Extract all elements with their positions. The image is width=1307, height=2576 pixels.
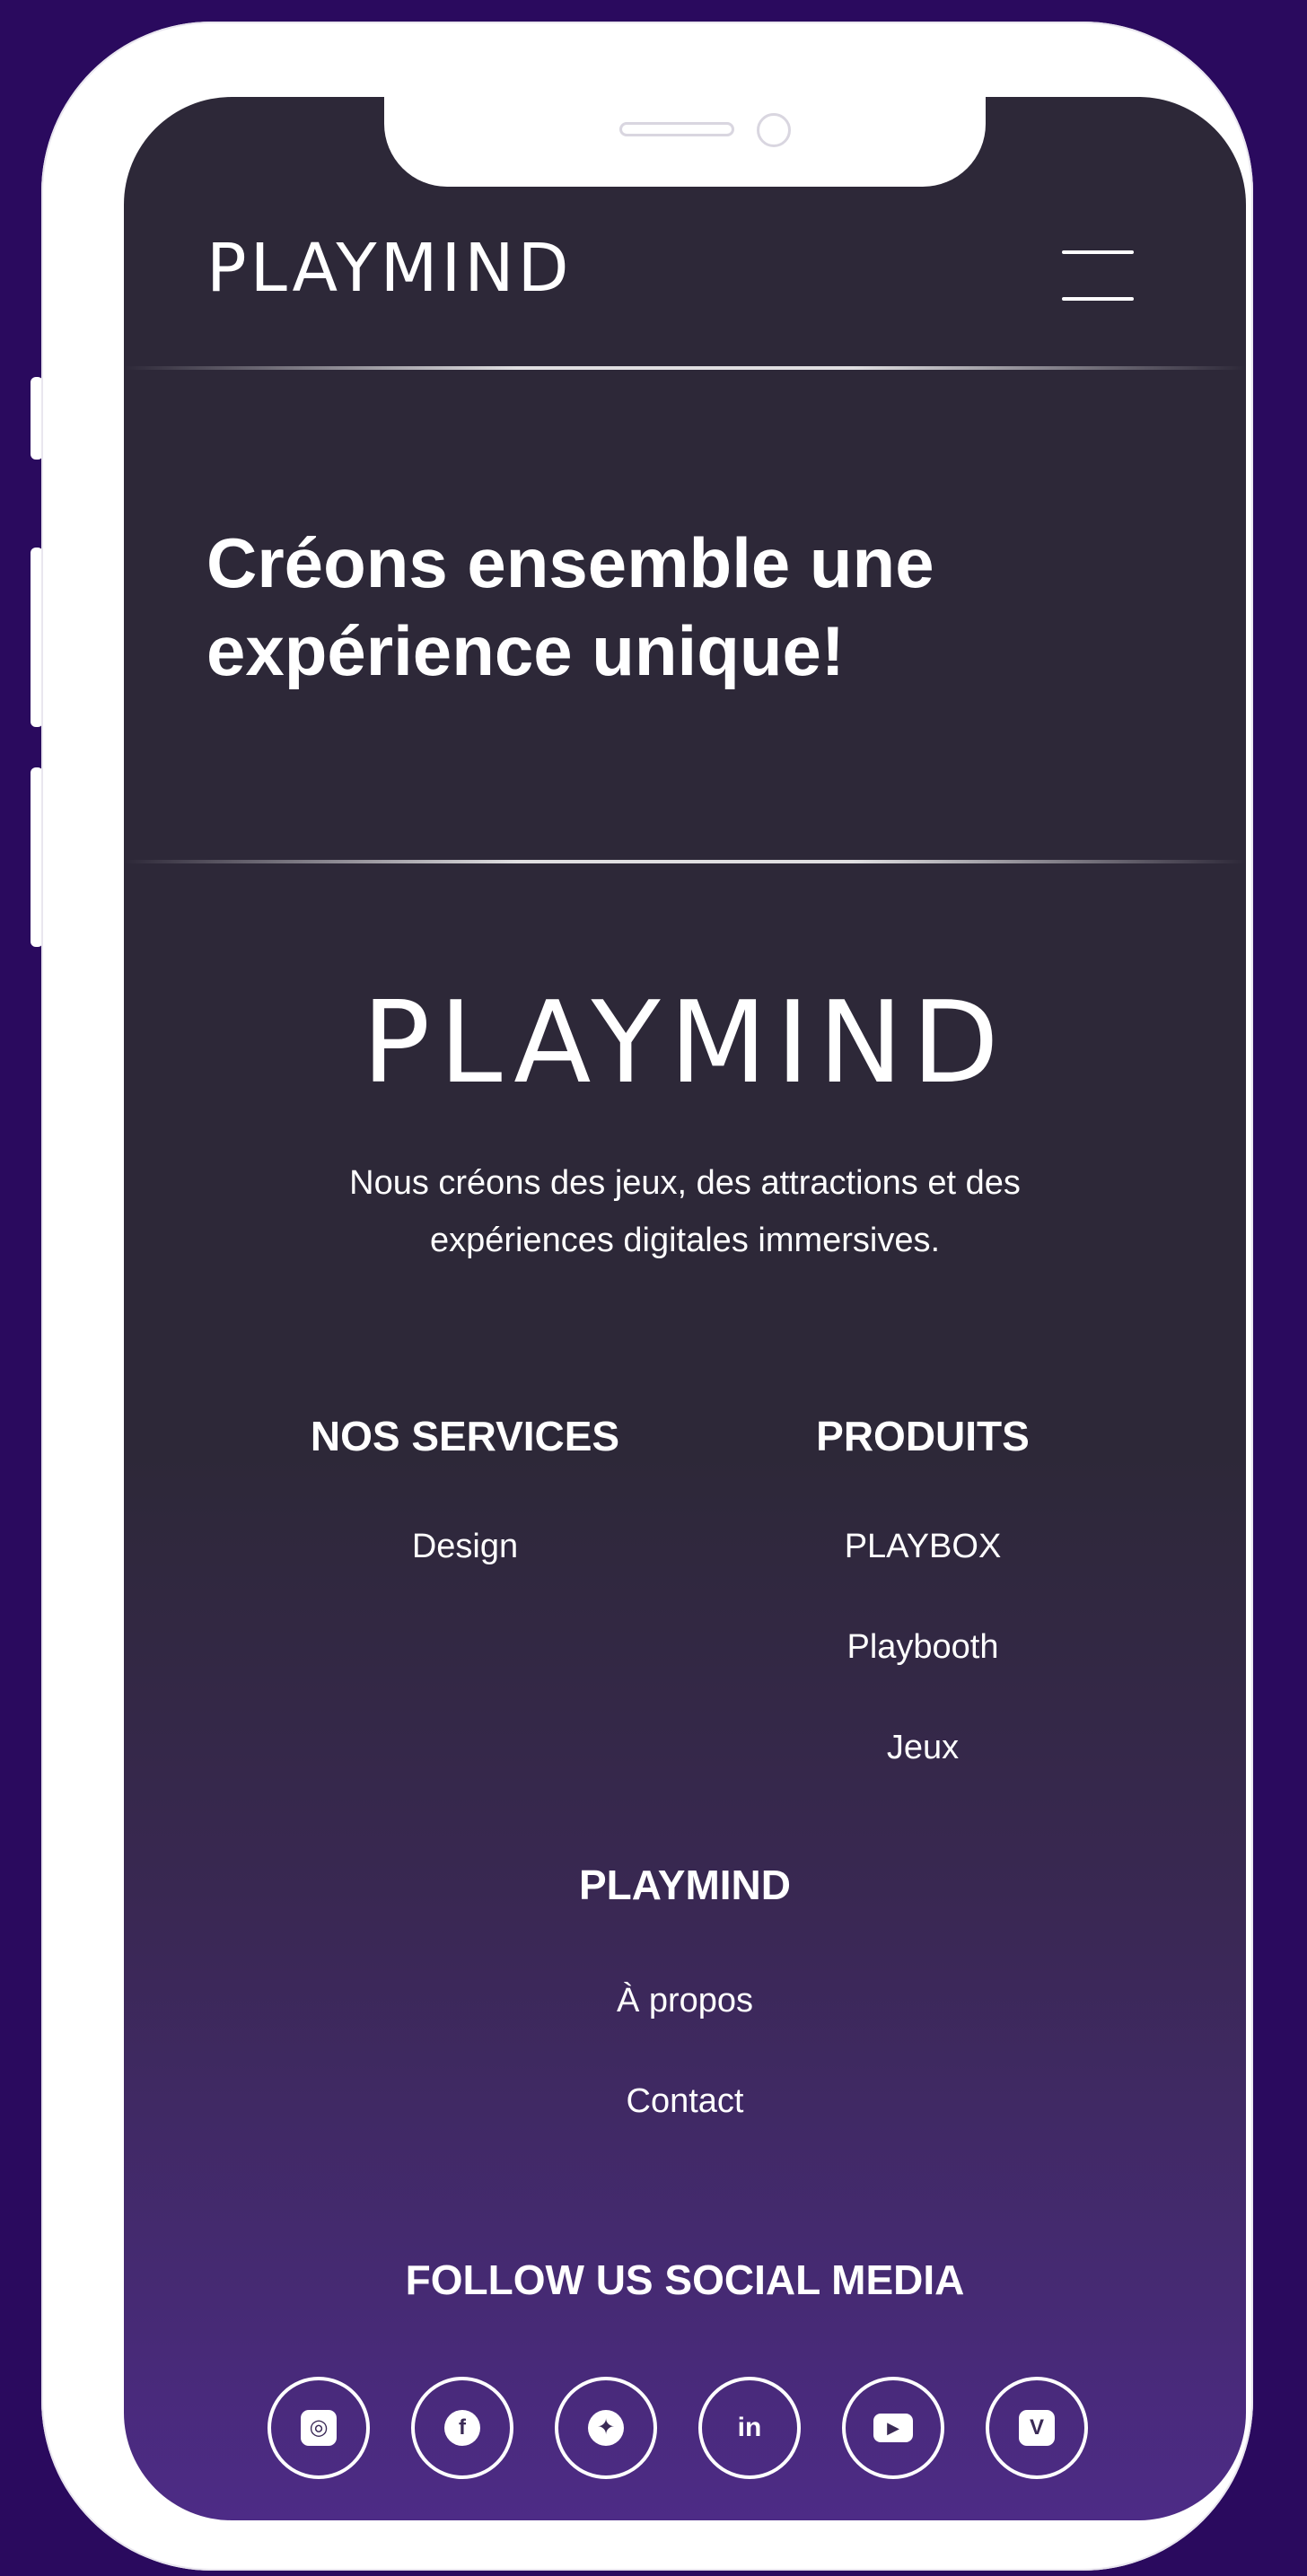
phone-screen: PLAYMIND Créons ensemble une expérience … — [124, 97, 1246, 2520]
link-jeux[interactable]: Jeux — [788, 1729, 1057, 1767]
instagram-icon[interactable]: ◎ — [268, 2377, 370, 2479]
hero-divider — [124, 860, 1246, 863]
hamburger-menu-icon[interactable] — [1062, 245, 1134, 302]
hero-headline-line1: Créons ensemble une — [206, 523, 934, 602]
tagline-line2: expériences digitales immersives. — [429, 1222, 941, 1259]
hero-headline: Créons ensemble une expérience unique! — [206, 519, 1194, 695]
vimeo-glyph: V — [1019, 2410, 1055, 2446]
link-playbox[interactable]: PLAYBOX — [788, 1528, 1057, 1566]
youtube-icon[interactable]: ▶ — [842, 2377, 944, 2479]
social-icons-row: ◎ f ✦ in ▶ V — [124, 2377, 1246, 2484]
speaker-grille — [619, 122, 734, 136]
header-logo[interactable]: PLAYMIND — [206, 230, 573, 307]
hero-headline-line2: expérience unique! — [206, 611, 845, 690]
facebook-icon[interactable]: f — [411, 2377, 513, 2479]
twitter-icon[interactable]: ✦ — [555, 2377, 657, 2479]
services-heading: NOS SERVICES — [310, 1413, 620, 1459]
front-camera — [757, 113, 791, 147]
linkedin-glyph: in — [737, 2413, 762, 2442]
link-contact[interactable]: Contact — [124, 2082, 1246, 2121]
instagram-glyph: ◎ — [301, 2410, 337, 2446]
tagline-line1: Nous créons des jeux, des attractions et… — [349, 1164, 1021, 1202]
social-heading: FOLLOW US SOCIAL MEDIA — [405, 2256, 965, 2303]
footer-logo: PLAYMIND — [362, 977, 1008, 1108]
youtube-glyph: ▶ — [873, 2414, 913, 2442]
footer-tagline: Nous créons des jeux, des attractions et… — [214, 1154, 1156, 1269]
link-a-propos[interactable]: À propos — [124, 1982, 1246, 2020]
company-heading: PLAYMIND — [579, 1862, 791, 1908]
link-playbooth[interactable]: Playbooth — [788, 1628, 1057, 1667]
products-heading: PRODUITS — [816, 1413, 1030, 1459]
linkedin-icon[interactable]: in — [698, 2377, 801, 2479]
link-design[interactable]: Design — [303, 1528, 627, 1566]
phone-notch — [384, 97, 986, 187]
vimeo-icon[interactable]: V — [986, 2377, 1088, 2479]
twitter-glyph: ✦ — [588, 2410, 624, 2446]
page-background: PLAYMIND Créons ensemble une expérience … — [0, 0, 1307, 2576]
header-divider — [124, 366, 1246, 370]
facebook-glyph: f — [444, 2410, 480, 2446]
